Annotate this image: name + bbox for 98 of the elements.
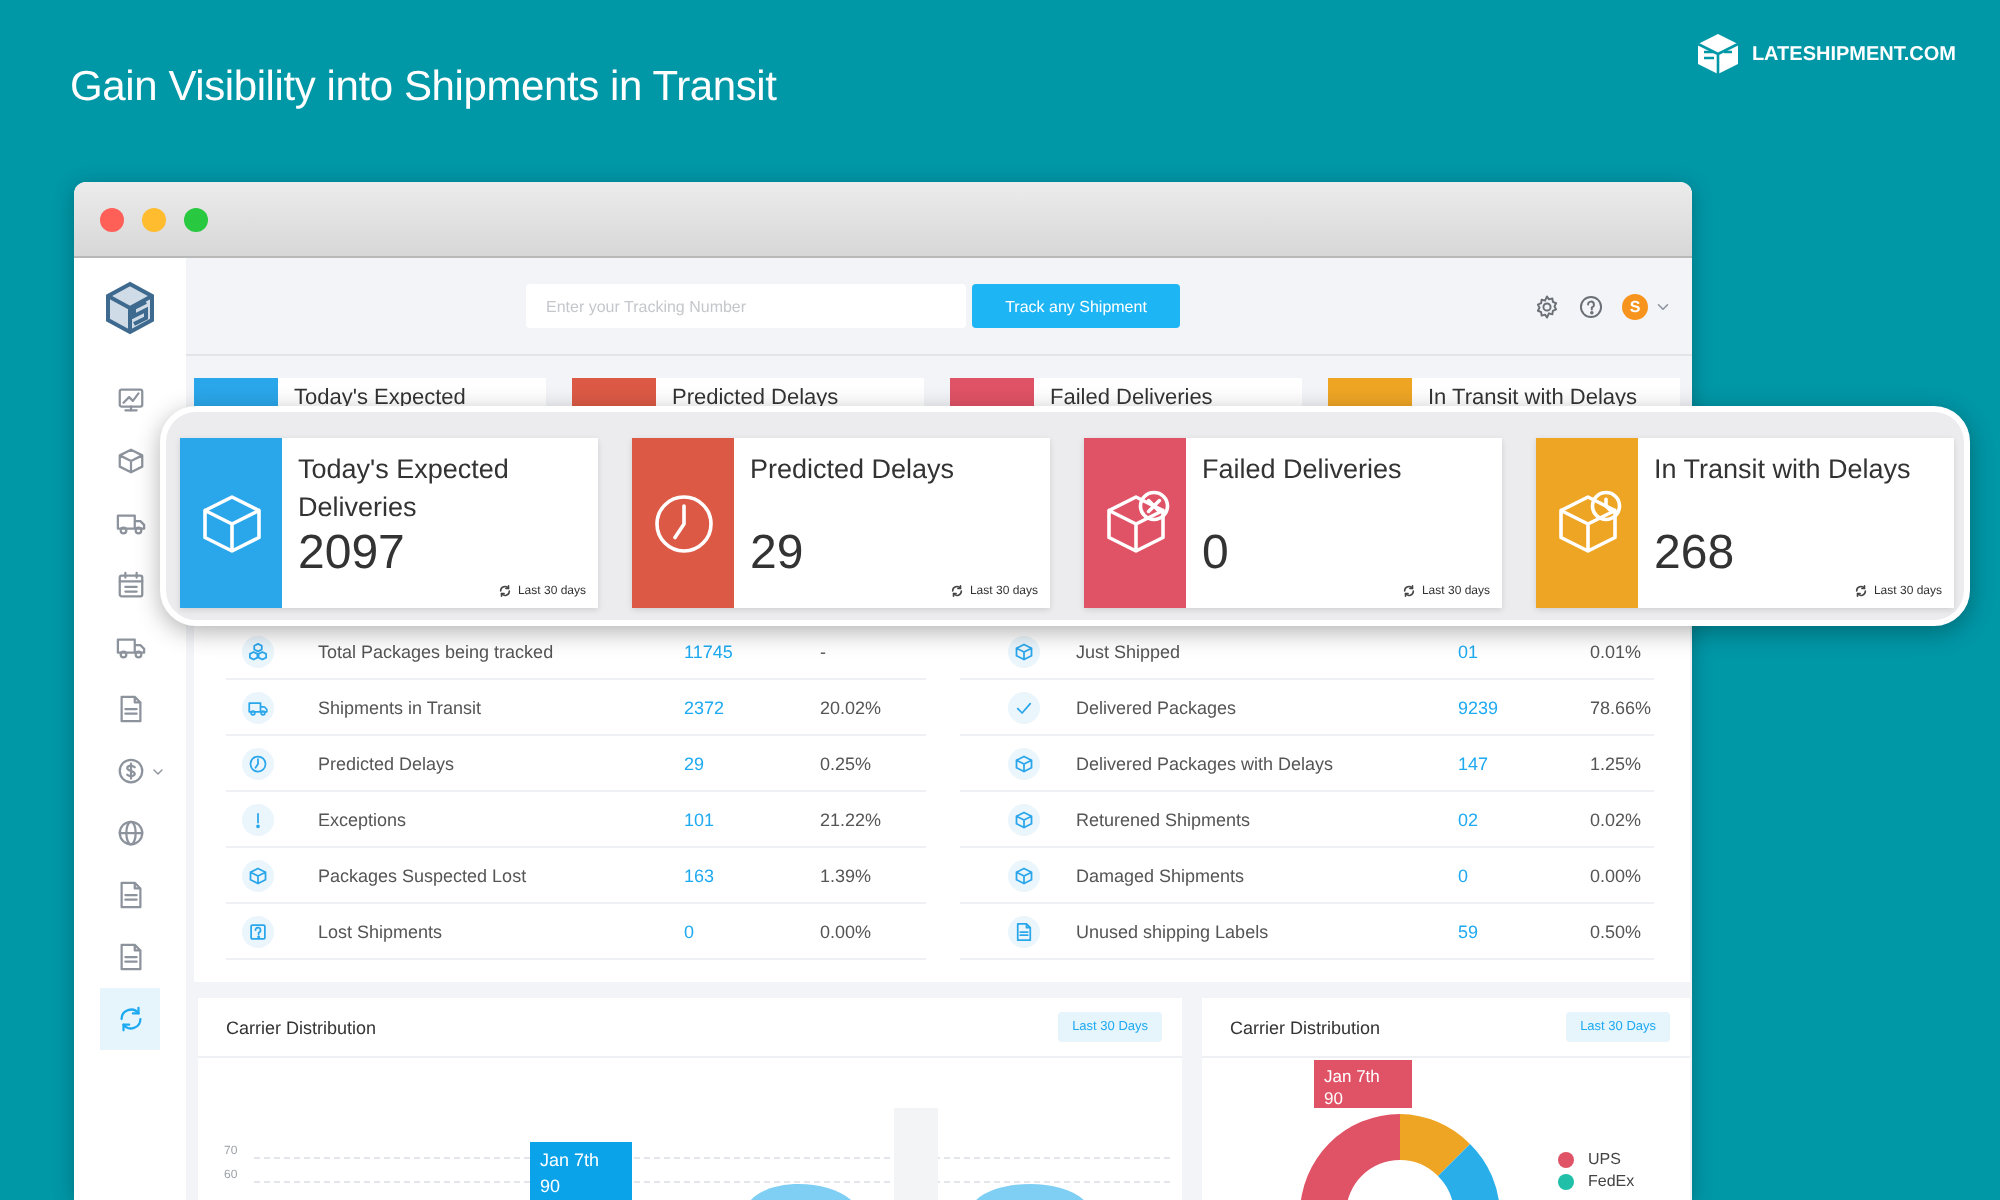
stat-label: Exceptions [318,809,409,829]
legend-label: FedEx [1588,1172,1635,1190]
tracking-number-field[interactable]: Enter your Tracking Number [526,284,966,328]
user-avatar[interactable]: S [1622,293,1648,319]
calendar-icon [115,570,145,600]
card-title: Predicted Delays [670,384,839,410]
box-icon [1014,809,1034,829]
box-icon [115,446,145,476]
stat-share: 1.25% [1590,753,1642,773]
legend-label: UPS [1588,1150,1621,1168]
chart-tooltip: Jan 7th 90 [530,1142,632,1200]
box-icon [1014,641,1034,661]
stat-share: 78.66% [1590,697,1652,717]
stat-label: Packages Suspected Lost [318,865,529,885]
box-icon [1014,753,1034,773]
chevron-icon [150,764,166,780]
truck-icon [248,697,268,717]
stat-label: Returened Shipments [1076,809,1253,829]
stat-share: 0.50% [1590,921,1642,941]
maximize-button[interactable] [184,207,208,231]
card-title: Failed Deliveries [1202,452,1404,488]
logo-icon[interactable] [102,280,158,336]
refresh-icon [1401,584,1416,598]
card-title: Predicted Delays [750,452,957,488]
brand-name: LATESHIPMENT.COM [1751,43,1956,65]
stat-count[interactable]: 0 [684,921,695,941]
stat-label: Unused shipping Labels [1076,921,1271,941]
stat-count[interactable]: 0 [1458,865,1469,885]
truck-icon [115,508,145,538]
box-icon [248,865,268,885]
sidebar-item[interactable] [100,988,160,1050]
card-value: 268 [1654,526,1737,582]
document-icon [115,880,145,910]
stat-count[interactable]: 29 [684,753,705,773]
refresh-icon [1853,584,1868,598]
refresh-icon [497,584,512,598]
card-title: In Transit with Delays [1426,384,1638,410]
chart-title: Carrier Distribution [226,1017,377,1037]
close-button[interactable] [100,207,124,231]
refresh-icon [115,1004,145,1034]
check-icon [1014,697,1034,717]
document-icon [115,694,145,724]
card-title: Failed Deliveries [1048,384,1213,410]
stat-count[interactable]: 01 [1458,641,1479,661]
stat-label: Just Shipped [1076,641,1183,661]
document-icon [1014,921,1034,941]
clock-icon [248,753,268,773]
chart-title: Carrier Distribution [1230,1017,1381,1037]
stat-share: 0.01% [1590,641,1642,661]
stat-share: 0.00% [820,921,872,941]
stat-count[interactable]: 11745 [684,641,733,661]
stat-label: Shipments in Transit [318,697,484,717]
donut-slice [1438,1144,1500,1200]
stat-label: Lost Shipments [318,921,445,941]
card-value: 29 [750,526,806,582]
document-icon [115,942,145,972]
stat-count[interactable]: 147 [1458,753,1489,773]
donut-slice [1400,1114,1470,1176]
stat-share: 0.25% [820,753,872,773]
card-title: Today's Expected Deliveries [298,452,511,526]
stat-share: 0.00% [1590,865,1642,885]
boxes-icon [248,641,268,661]
stat-count[interactable]: 02 [1458,809,1479,829]
globe-icon [115,818,145,848]
settings-button[interactable] [1534,293,1560,319]
box-icon [1014,865,1034,885]
refresh-icon [949,584,964,598]
card-value: 0 [1202,526,1231,582]
stat-count[interactable]: 2372 [684,697,725,717]
stat-share: 1.39% [820,865,872,885]
stat-count[interactable]: 163 [684,865,715,885]
stat-label: Delivered Packages with Delays [1076,753,1336,773]
stat-label: Delivered Packages [1076,697,1239,717]
stat-count[interactable]: 101 [684,809,715,829]
stat-count[interactable]: 59 [1458,921,1479,941]
stat-share: 0.02% [1590,809,1642,829]
card-value: 2097 [298,526,407,582]
logo-icon [1695,32,1740,76]
donut-slice [1300,1114,1400,1200]
stat-label: Damaged Shipments [1076,865,1247,885]
chart-icon [115,384,145,414]
chart-tooltip: Jan 7th 90 [1314,1060,1412,1108]
stat-share: 20.02% [820,697,882,717]
stat-count[interactable]: 9239 [1458,697,1499,717]
headline: Gain Visibility into Shipments in Transit [70,64,777,112]
help-icon [1578,293,1604,319]
card-title: Today's Expected [292,384,466,410]
stat-label: Predicted Delays [318,753,457,773]
track-shipment-button[interactable]: Track any Shipment [972,284,1180,328]
stat-share: 21.22% [820,809,882,829]
stat-label: Total Packages being tracked [318,641,556,661]
coin-icon [115,756,145,786]
question-icon [248,921,268,941]
card-title: In Transit with Delays [1654,452,1913,488]
truck-icon [115,632,145,662]
settings-icon [1534,293,1560,319]
stat-share: - [820,641,826,661]
help-button[interactable] [1578,293,1604,319]
